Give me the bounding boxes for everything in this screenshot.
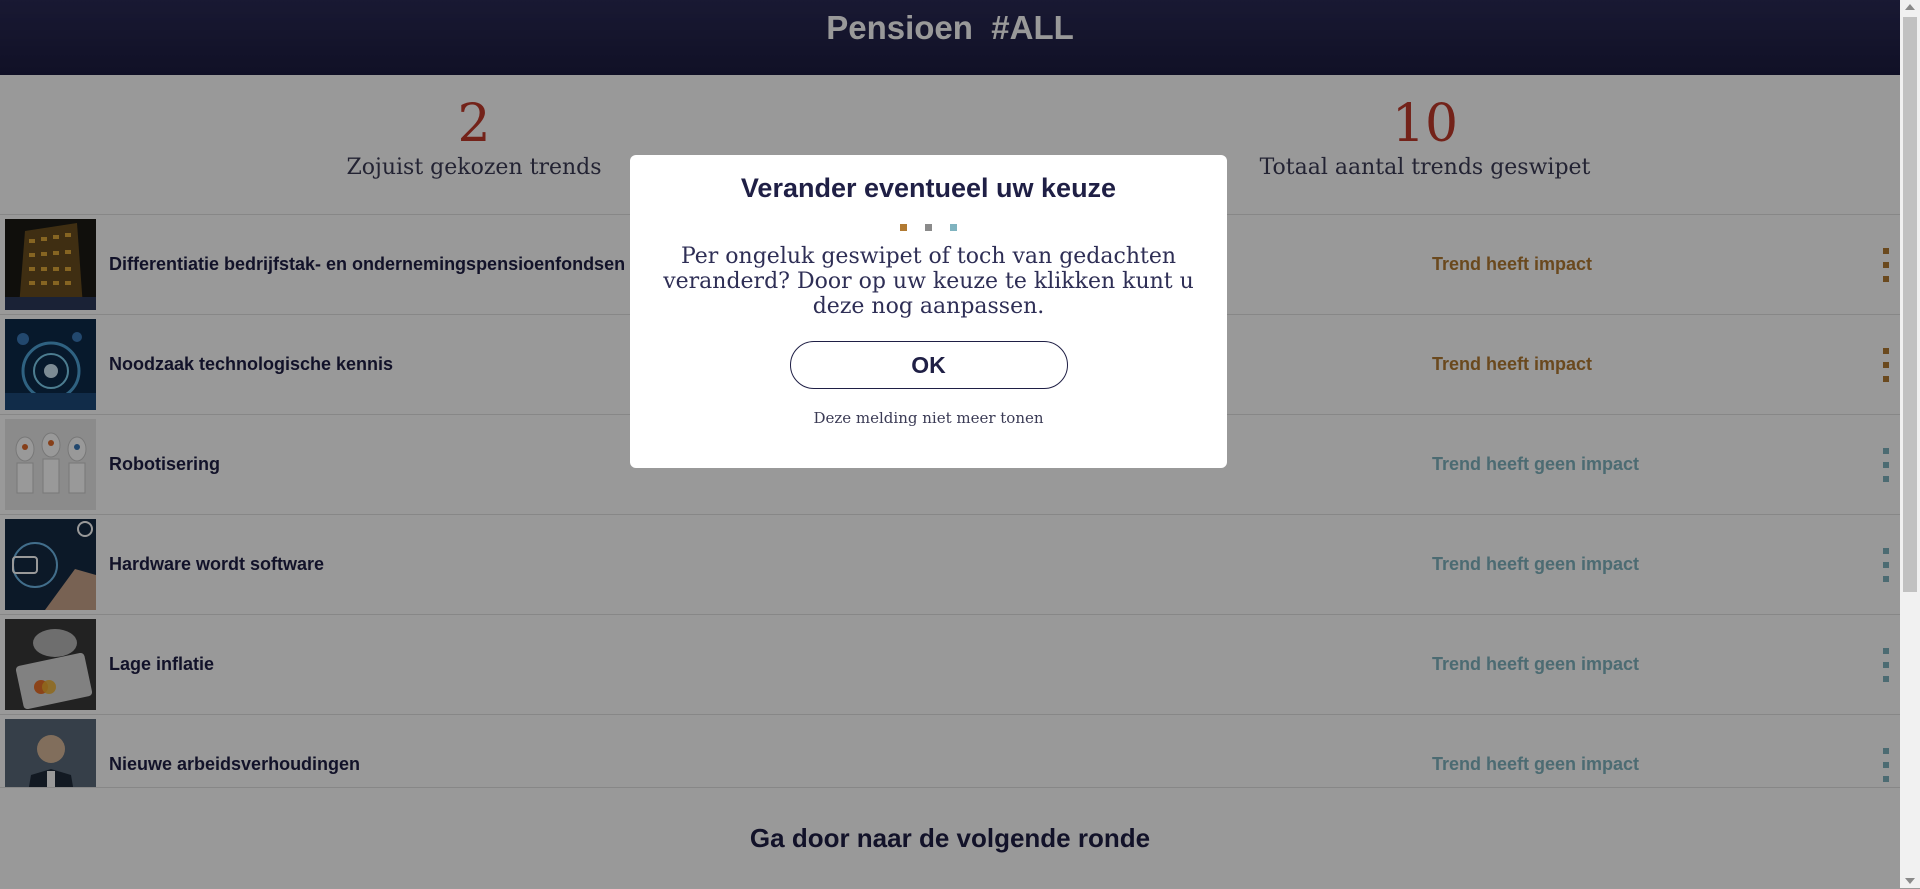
- change-choice-dialog: Verander eventueel uw keuze Per ongeluk …: [630, 155, 1227, 468]
- dot-icon: [950, 224, 957, 231]
- ok-button[interactable]: OK: [789, 341, 1068, 389]
- dialog-message: Per ongeluk geswipet of toch van gedacht…: [663, 244, 1194, 319]
- scrollbar[interactable]: [1900, 0, 1920, 888]
- scroll-down-icon[interactable]: [1905, 878, 1915, 884]
- dot-icon: [900, 224, 907, 231]
- dont-show-again-link[interactable]: Deze melding niet meer tonen: [630, 409, 1227, 427]
- dot-icon: [925, 224, 932, 231]
- dialog-title: Verander eventueel uw keuze: [740, 173, 1117, 203]
- scroll-up-icon[interactable]: [1905, 4, 1915, 10]
- decorative-dots: [630, 218, 1227, 231]
- scrollbar-thumb[interactable]: [1903, 17, 1917, 592]
